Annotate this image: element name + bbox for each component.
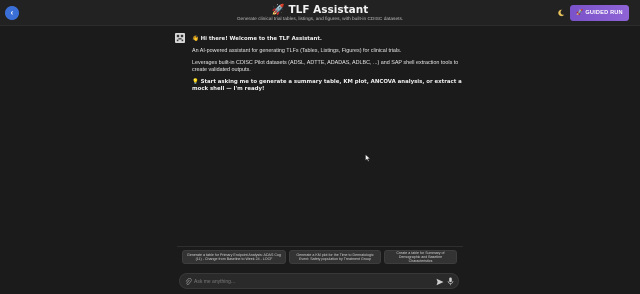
send-icon[interactable] [436,278,444,286]
suggestion-chip[interactable]: Generate a KM plot for the Time to Derma… [289,250,381,264]
guided-run-button[interactable]: 🚀 GUIDED RUN [570,5,629,21]
guided-run-label: GUIDED RUN [585,10,623,16]
intro-text: An AI-powered assistant for generating T… [192,48,402,54]
chat-input[interactable] [194,278,414,286]
page-subtitle: Generate clinical trial tables, listings… [236,17,404,22]
microphone-icon[interactable] [447,277,454,286]
greeting-text: 👋 Hi there! Welcome to the TLF Assistant… [192,36,322,42]
cta-text: 💡 Start asking me to generate a summary … [192,79,462,92]
page-title: 🚀 TLF Assistant [271,4,369,16]
theme-toggle-button[interactable] [556,8,565,17]
leverages-text: Leverages built-in CDISC Pilot datasets … [192,60,459,73]
suggestion-chip[interactable]: Create a table for Summary of Demographi… [384,250,457,264]
suggestion-chip[interactable]: Generate a table for Primary Endpoint An… [182,250,286,264]
rocket-icon: 🚀 [576,10,584,16]
bot-avatar-icon [175,33,185,43]
chat-input-container [179,273,459,289]
paperclip-icon[interactable] [185,278,192,286]
mouse-cursor-icon [365,154,371,162]
app-header: ‹ 🚀 TLF Assistant Generate clinical tria… [0,0,640,26]
divider [177,246,463,247]
moon-icon [557,9,564,16]
